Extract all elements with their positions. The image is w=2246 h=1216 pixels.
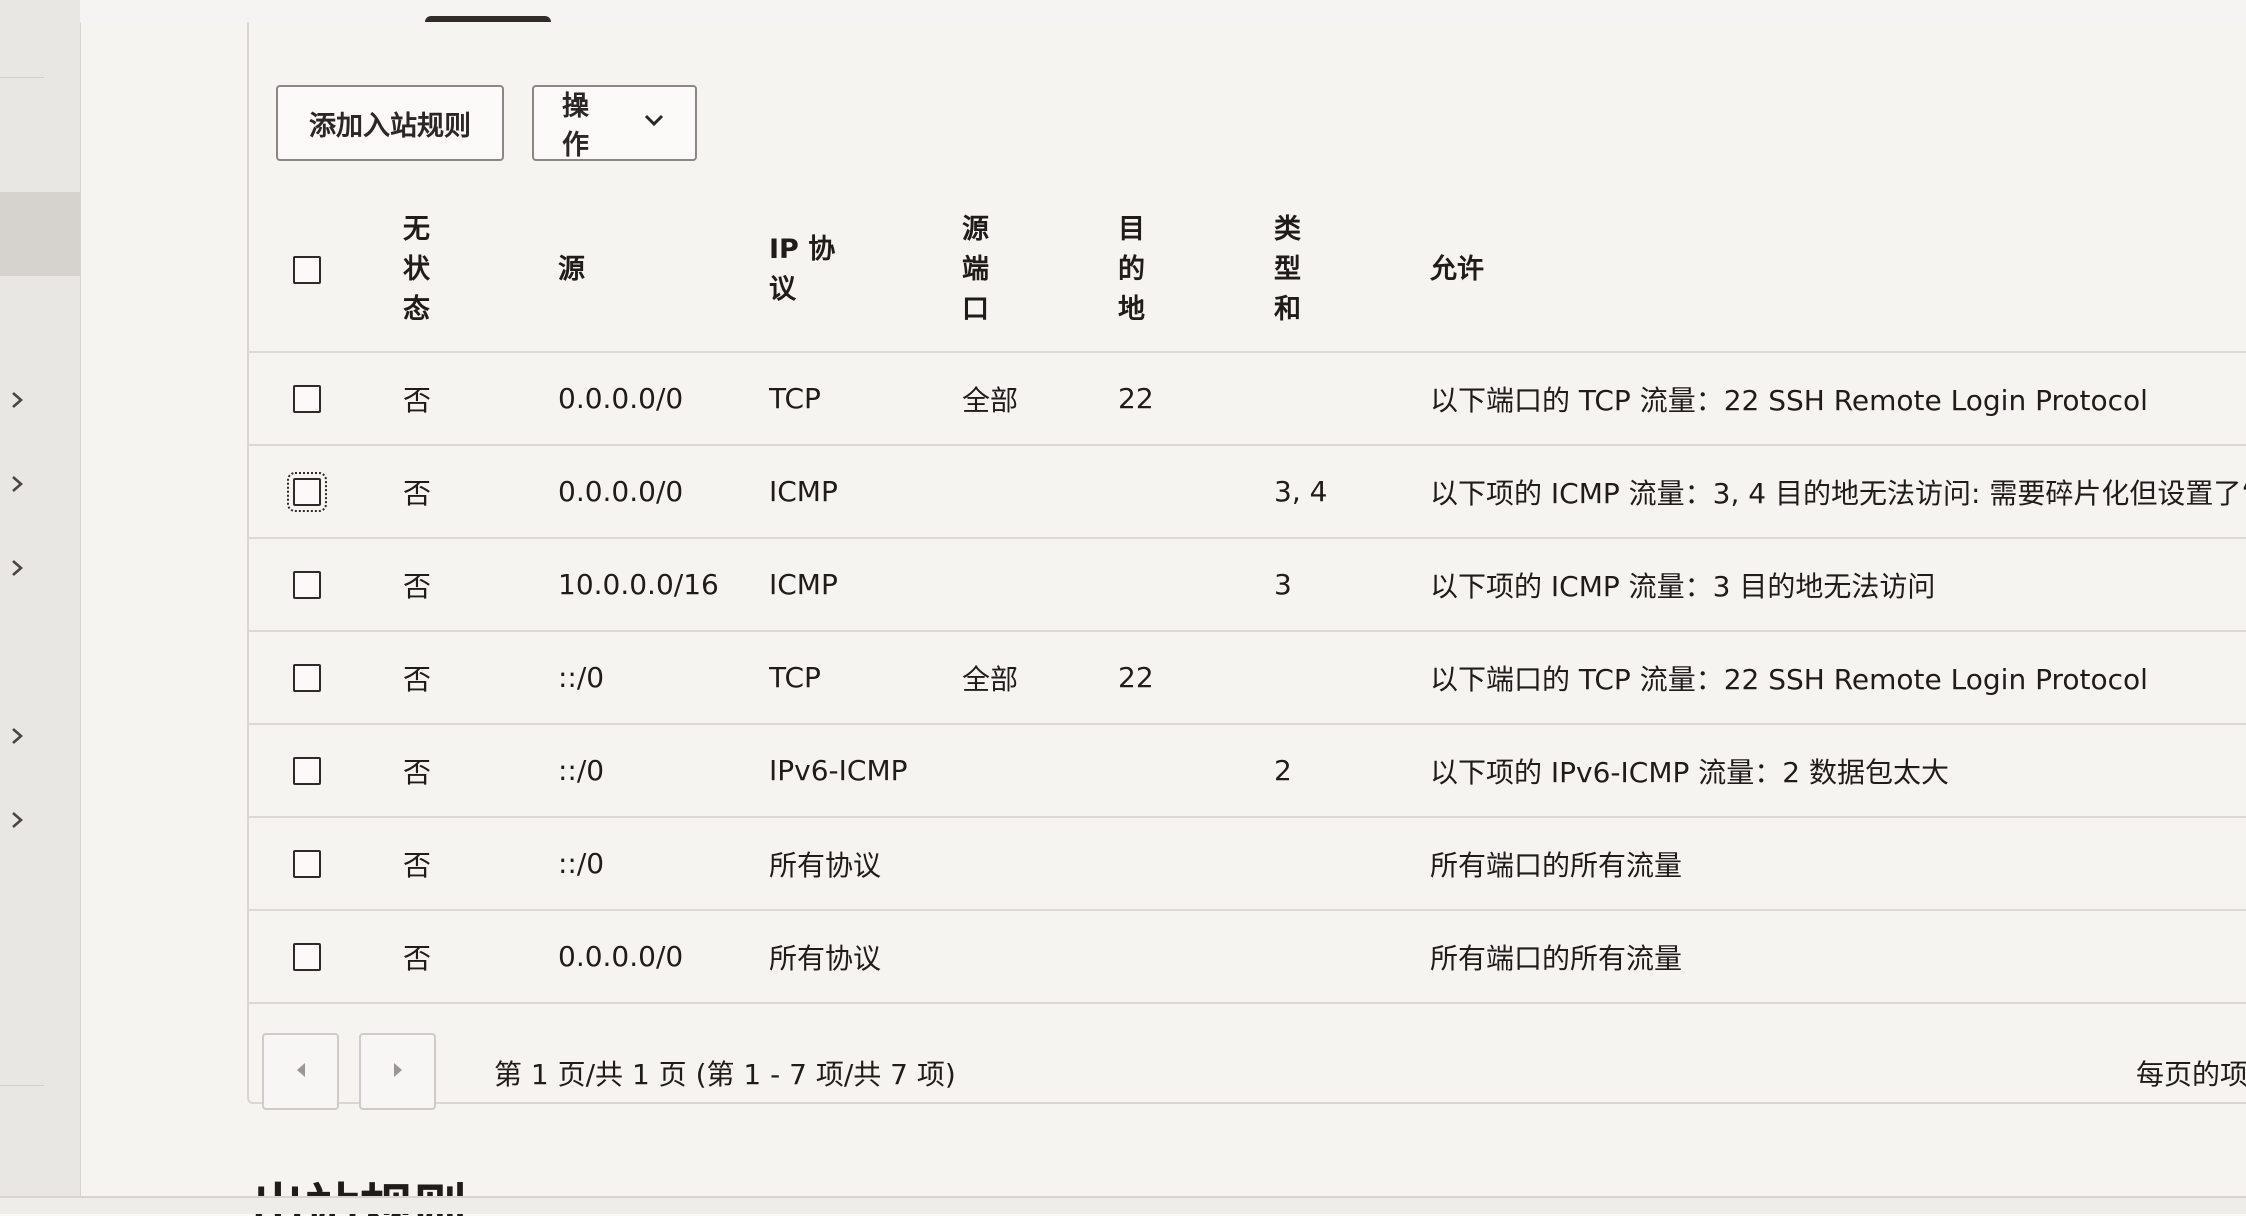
bottom-scroll-strip	[0, 1196, 2246, 1214]
row-checkbox[interactable]	[293, 849, 321, 878]
row-checkbox[interactable]	[293, 663, 321, 692]
table-row: 否 ::/0 所有协议 所有端口的所有流量	[247, 817, 2246, 911]
cell-allow: 以下项的 ICMP 流量：3 目的地无法访问	[1430, 538, 2246, 632]
header-source-port: 源端口	[962, 188, 1118, 353]
cell-protocol: TCP	[769, 631, 962, 725]
cell-source: 0.0.0.0/0	[558, 352, 769, 446]
cell-protocol: IPv6-ICMP	[769, 724, 962, 818]
cell-source-port	[962, 445, 1118, 539]
rail-selected-item[interactable]	[0, 192, 80, 276]
table-row: 否 ::/0 IPv6-ICMP 2 以下项的 IPv6-ICMP 流量：2 数…	[247, 724, 2246, 818]
cell-dest-port	[1118, 724, 1274, 818]
row-checkbox[interactable]	[293, 570, 321, 599]
chevron-down-icon	[641, 107, 667, 140]
cell-source: 0.0.0.0/0	[558, 910, 769, 1004]
select-all-checkbox[interactable]	[293, 255, 321, 284]
chevron-right-icon[interactable]	[8, 727, 26, 745]
cell-source: ::/0	[558, 724, 769, 818]
cell-stateless: 否	[403, 445, 558, 539]
cell-allow: 以下端口的 TCP 流量：22 SSH Remote Login Protoco…	[1430, 631, 2246, 725]
cell-source: ::/0	[558, 631, 769, 725]
cell-allow: 以下端口的 TCP 流量：22 SSH Remote Login Protoco…	[1430, 352, 2246, 446]
cell-source-port	[962, 538, 1118, 632]
header-select-all	[247, 188, 403, 353]
cell-allow: 以下项的 IPv6-ICMP 流量：2 数据包太大	[1430, 724, 2246, 818]
left-navigation-rail	[0, 0, 82, 1214]
row-checkbox[interactable]	[293, 942, 321, 971]
cell-stateless: 否	[403, 724, 558, 818]
cell-source-port: 全部	[962, 631, 1118, 725]
cell-protocol: ICMP	[769, 445, 962, 539]
table-row: 否 ::/0 TCP 全部 22 以下端口的 TCP 流量：22 SSH Rem…	[247, 631, 2246, 725]
cell-stateless: 否	[403, 910, 558, 1004]
chevron-right-icon[interactable]	[8, 811, 26, 829]
chevron-right-icon[interactable]	[8, 559, 26, 577]
cell-dest-port	[1118, 538, 1274, 632]
cell-dest-port: 22	[1118, 631, 1274, 725]
previous-page-button[interactable]	[262, 1033, 339, 1110]
cell-type-code	[1274, 352, 1430, 446]
rules-toolbar: 添加入站规则 操作	[276, 85, 697, 161]
cell-dest-port	[1118, 445, 1274, 539]
cell-type-code: 3	[1274, 538, 1430, 632]
cell-stateless: 否	[403, 817, 558, 911]
cell-protocol: TCP	[769, 352, 962, 446]
table-row: 否 0.0.0.0/0 TCP 全部 22 以下端口的 TCP 流量：22 SS…	[247, 352, 2246, 446]
cell-type-code	[1274, 910, 1430, 1004]
cell-dest-port	[1118, 817, 1274, 911]
cell-type-code	[1274, 817, 1430, 911]
row-checkbox[interactable]	[287, 471, 327, 512]
add-ingress-rule-button[interactable]: 添加入站规则	[276, 85, 504, 161]
table-pagination: 第 1 页/共 1 页 (第 1 - 7 项/共 7 项) 每页的项	[262, 1033, 2246, 1110]
cell-stateless: 否	[403, 631, 558, 725]
cell-type-code: 2	[1274, 724, 1430, 818]
cell-dest-port	[1118, 910, 1274, 1004]
cell-source-port: 全部	[962, 352, 1118, 446]
cell-source: 10.0.0.0/16	[558, 538, 769, 632]
cell-allow: 所有端口的所有流量	[1430, 817, 2246, 911]
table-row: 否 0.0.0.0/0 ICMP 3, 4 以下项的 ICMP 流量：3, 4 …	[247, 445, 2246, 539]
header-allow: 允许	[1430, 188, 2246, 353]
cell-allow: 以下项的 ICMP 流量：3, 4 目的地无法访问: 需要碎片化但设置了“不碎片…	[1430, 445, 2246, 539]
cell-type-code: 3, 4	[1274, 445, 1430, 539]
rail-divider	[0, 77, 44, 78]
cell-source-port	[962, 910, 1118, 1004]
header-source: 源	[558, 188, 769, 353]
cell-type-code	[1274, 631, 1430, 725]
pagination-info: 第 1 页/共 1 页 (第 1 - 7 项/共 7 项)	[494, 1058, 956, 1091]
header-protocol: IP 协议	[769, 188, 962, 353]
main-content: 添加入站规则 操作 无状态 源 IP 协议 源端口 目的地 类型和 允许 否 0…	[81, 22, 2246, 1216]
cell-allow: 所有端口的所有流量	[1430, 910, 2246, 1004]
cell-dest-port: 22	[1118, 352, 1274, 446]
cell-source: ::/0	[558, 817, 769, 911]
actions-label: 操作	[562, 91, 589, 161]
cell-stateless: 否	[403, 538, 558, 632]
ingress-rules-table: 无状态 源 IP 协议 源端口 目的地 类型和 允许 否 0.0.0.0/0 T…	[247, 188, 2246, 1004]
cell-stateless: 否	[403, 352, 558, 446]
table-row: 否 0.0.0.0/0 所有协议 所有端口的所有流量	[247, 910, 2246, 1004]
table-row: 否 10.0.0.0/16 ICMP 3 以下项的 ICMP 流量：3 目的地无…	[247, 538, 2246, 632]
chevron-right-icon[interactable]	[8, 391, 26, 409]
cell-source-port	[962, 817, 1118, 911]
caret-left-icon	[293, 1061, 309, 1083]
top-tab-bar	[80, 0, 2246, 23]
add-ingress-rule-label: 添加入站规则	[309, 110, 471, 142]
actions-dropdown-button[interactable]: 操作	[532, 85, 697, 161]
header-destination: 目的地	[1118, 188, 1274, 353]
rail-divider	[0, 1085, 44, 1086]
items-per-page-label[interactable]: 每页的项	[2136, 1053, 2246, 1093]
cell-protocol: 所有协议	[769, 817, 962, 911]
cell-protocol: ICMP	[769, 538, 962, 632]
header-stateless: 无状态	[403, 188, 558, 353]
caret-right-icon	[390, 1061, 406, 1083]
cell-source-port	[962, 724, 1118, 818]
row-checkbox[interactable]	[293, 384, 321, 413]
chevron-right-icon[interactable]	[8, 475, 26, 493]
header-type-code: 类型和	[1274, 188, 1430, 353]
table-header-row: 无状态 源 IP 协议 源端口 目的地 类型和 允许	[247, 188, 2246, 353]
cell-protocol: 所有协议	[769, 910, 962, 1004]
row-checkbox[interactable]	[293, 756, 321, 785]
cell-source: 0.0.0.0/0	[558, 445, 769, 539]
next-page-button[interactable]	[359, 1033, 436, 1110]
